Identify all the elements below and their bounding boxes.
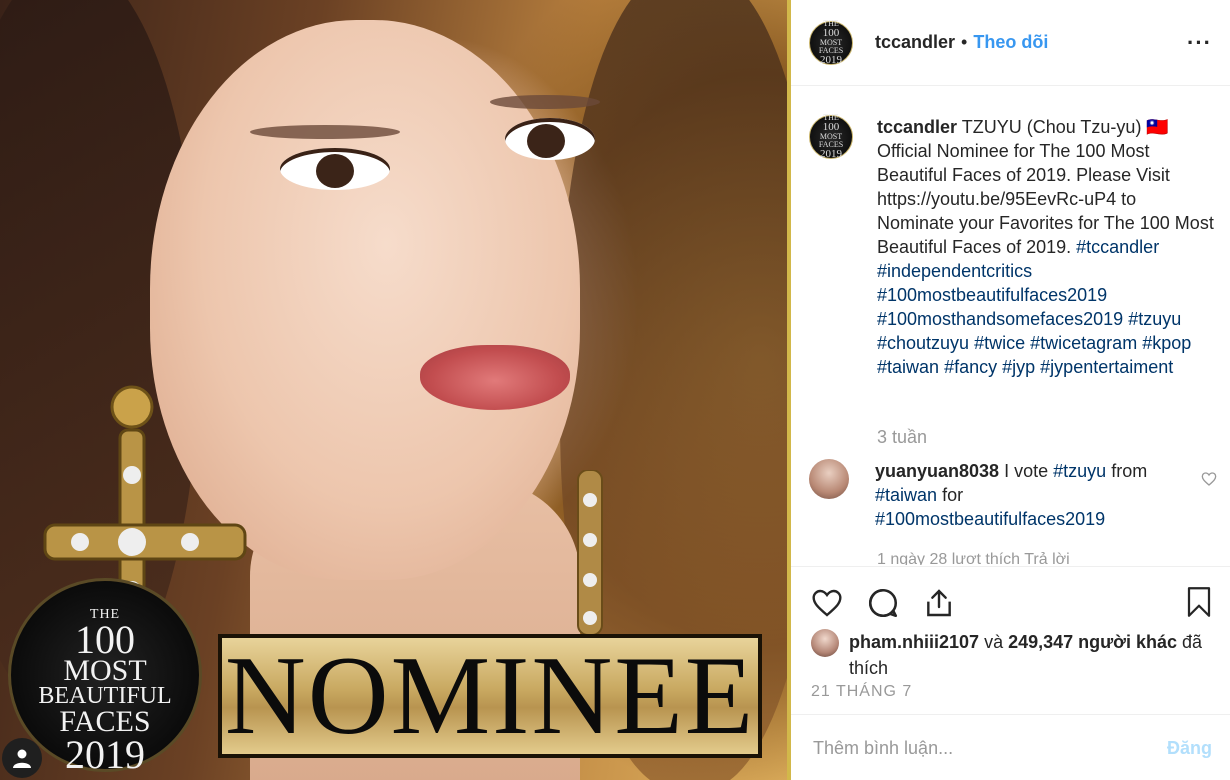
hashtag[interactable]: #jypentertaiment (1040, 357, 1173, 377)
comment-text-mid: from (1111, 461, 1148, 481)
badge-line-beautiful: BEAUTIFUL (38, 683, 172, 709)
photo-eye-left (280, 148, 390, 190)
hashtag[interactable]: #kpop (1142, 333, 1191, 353)
comment-username[interactable]: yuanyuan8038 (875, 461, 999, 481)
photo-brow-right (490, 95, 600, 109)
post-date[interactable]: 21 THÁNG 7 (811, 683, 912, 701)
comment-text-pre: I vote (1004, 461, 1049, 481)
hashtag[interactable]: #choutzuyu (877, 333, 969, 353)
caption: THE 100 MOST FACES 2019 tccandler TZUYU … (809, 114, 1217, 379)
hashtag[interactable]: #twicetagram (1030, 333, 1137, 353)
comment-hashtag[interactable]: #100mostbeautifulfaces2019 (875, 509, 1105, 529)
liker-avatar[interactable] (811, 629, 839, 657)
likes-connector: và (984, 632, 1004, 652)
hashtag[interactable]: #jyp (1002, 357, 1035, 377)
speech-bubble-icon (868, 588, 898, 618)
hashtag[interactable]: #tzuyu (1128, 309, 1181, 329)
instagram-post-modal: THE 100 MOST BEAUTIFUL FACES 2019 NOMINE… (0, 0, 1230, 780)
heart-icon (812, 589, 842, 617)
logo-line-100: 100 (822, 26, 840, 39)
comment-text: yuanyuan8038 I vote #tzuyu from #taiwan … (875, 459, 1185, 531)
add-comment-input[interactable] (811, 736, 1145, 760)
comments-scroll-area[interactable]: THE 100 MOST FACES 2019 tccandler TZUYU … (791, 87, 1230, 565)
hashtag[interactable]: #taiwan (877, 357, 939, 377)
likes-summary: pham.nhiii2107 và 249,347 người khác đã … (811, 629, 1229, 681)
nominee-text: NOMINEE (224, 634, 756, 758)
caption-timestamp[interactable]: 3 tuần (877, 427, 927, 448)
tagged-users-button[interactable] (2, 738, 42, 778)
action-icons (809, 585, 957, 621)
comment-hashtag[interactable]: #tzuyu (1053, 461, 1106, 481)
caption-username[interactable]: tccandler (877, 117, 957, 137)
comment-like-heart-icon[interactable] (1201, 471, 1217, 487)
post-photo[interactable]: THE 100 MOST BEAUTIFUL FACES 2019 NOMINE… (0, 0, 787, 780)
hashtag[interactable]: #independentcritics (877, 261, 1032, 281)
save-button[interactable] (1184, 585, 1214, 624)
caption-body: TZUYU (Chou Tzu-yu) 🇹🇼 Official Nominee … (877, 117, 1214, 257)
comment-composer: Đăng (791, 714, 1230, 780)
photo-brow-left (250, 125, 400, 139)
comment-button[interactable] (865, 585, 901, 621)
hashtag[interactable]: #100mosthandsomefaces2019 (877, 309, 1123, 329)
likes-count[interactable]: 249,347 người khác (1008, 632, 1177, 652)
post-actions: pham.nhiii2107 và 249,347 người khác đã … (791, 566, 1230, 715)
share-button[interactable] (921, 585, 957, 621)
badge-line-100: 100 (75, 617, 135, 662)
post-comment-button[interactable]: Đăng (1167, 738, 1212, 759)
more-options-icon[interactable]: ··· (1187, 30, 1212, 56)
hashtag[interactable]: #twice (974, 333, 1025, 353)
logo-line-year: 2019 (820, 53, 842, 66)
post-header: THE 100 MOST FACES 2019 tccandler • Theo… (791, 0, 1230, 86)
share-icon (927, 589, 951, 617)
header-separator: • (961, 32, 968, 52)
likes-text: pham.nhiii2107 và 249,347 người khác đã … (849, 629, 1229, 681)
hashtag[interactable]: #fancy (944, 357, 997, 377)
caption-text: tccandler TZUYU (Chou Tzu-yu) 🇹🇼 Officia… (877, 115, 1217, 379)
comment-hashtag[interactable]: #taiwan (875, 485, 937, 505)
100-most-beautiful-faces-badge: THE 100 MOST BEAUTIFUL FACES 2019 (8, 578, 202, 775)
caption-avatar[interactable]: THE 100 MOST FACES 2019 (809, 114, 853, 160)
liker-username[interactable]: pham.nhiii2107 (849, 632, 979, 652)
commenter-avatar[interactable] (809, 459, 849, 499)
account-avatar[interactable]: THE 100 MOST FACES 2019 (809, 19, 853, 66)
comment-footer: 1 ngày 28 lượt thích Trả lời (877, 551, 1070, 565)
comment-text-post: for (942, 485, 964, 505)
person-icon (13, 749, 31, 768)
post-details-panel: THE 100 MOST FACES 2019 tccandler • Theo… (791, 0, 1230, 780)
photo-eye-right (505, 118, 595, 160)
follow-button[interactable]: Theo dõi (973, 32, 1048, 53)
caption-logo-line-year: 2019 (820, 148, 842, 160)
hashtag[interactable]: #tccandler (1076, 237, 1159, 257)
nominee-banner: NOMINEE (218, 634, 762, 758)
comment-item: yuanyuan8038 I vote #tzuyu from #taiwan … (809, 459, 1185, 531)
hashtag[interactable]: #100mostbeautifulfaces2019 (877, 285, 1107, 305)
drop-earring-right (577, 470, 603, 636)
badge-line-most: MOST (63, 654, 147, 687)
photo-lips (420, 345, 570, 410)
header-username[interactable]: tccandler (875, 32, 955, 53)
like-button[interactable] (809, 585, 845, 621)
bookmark-icon (1187, 587, 1211, 617)
